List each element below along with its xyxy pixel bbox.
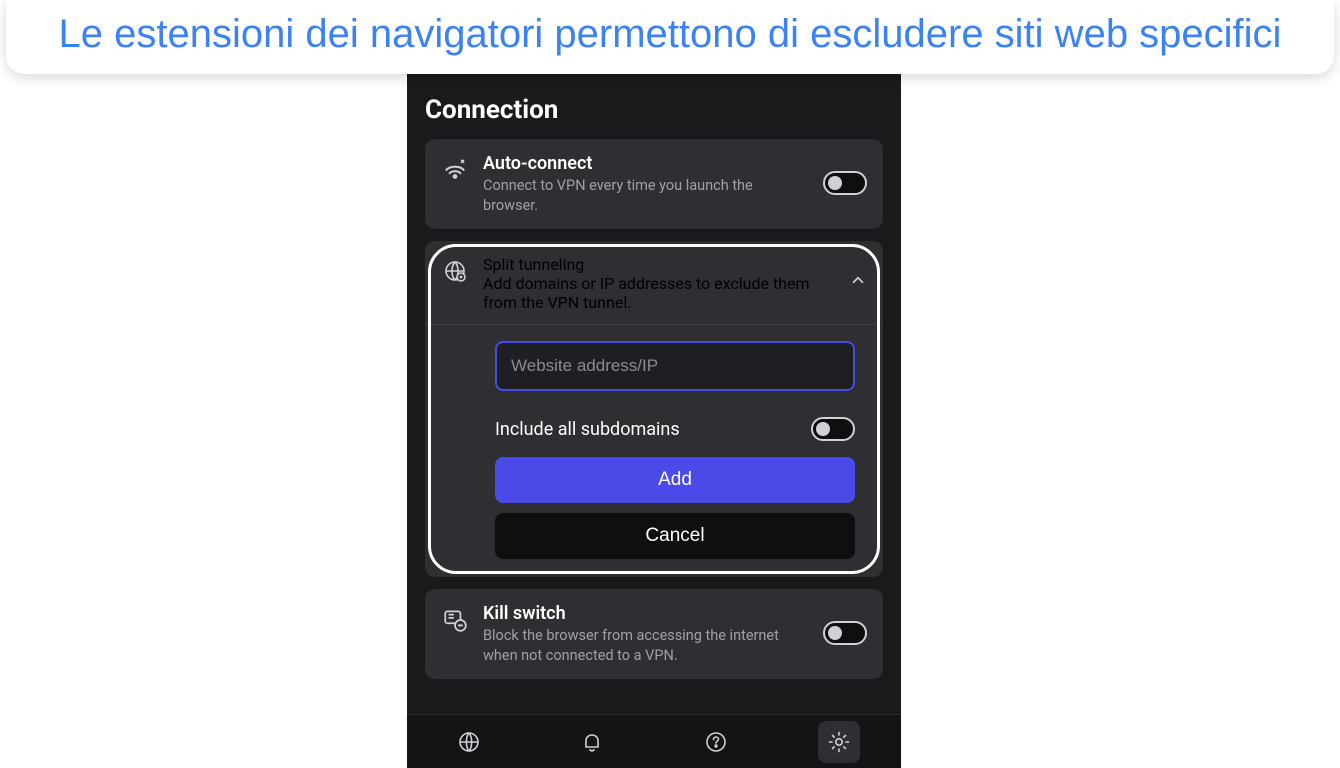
split-tunneling-header[interactable]: Split tunneling Add domains or IP addres… xyxy=(425,241,883,325)
split-tunneling-card: Split tunneling Add domains or IP addres… xyxy=(425,241,883,577)
nav-help[interactable] xyxy=(695,721,737,763)
split-tunneling-icon xyxy=(441,255,469,283)
kill-switch-card: Kill switch Block the browser from acces… xyxy=(425,589,883,679)
chevron-up-icon[interactable] xyxy=(849,271,867,289)
app-panel: Connection Auto-connect Connect to VPN e… xyxy=(407,0,901,768)
auto-connect-card: Auto-connect Connect to VPN every time y… xyxy=(425,139,883,229)
include-subdomains-row: Include all subdomains xyxy=(495,417,855,441)
caption-text: Le estensioni dei navigatori permettono … xyxy=(26,8,1314,60)
auto-connect-toggle[interactable] xyxy=(823,171,867,195)
caption-banner: Le estensioni dei navigatori permettono … xyxy=(6,0,1334,74)
include-subdomains-toggle[interactable] xyxy=(811,417,855,441)
split-tunneling-body: Include all subdomains Add Cancel xyxy=(425,325,883,559)
nav-settings[interactable] xyxy=(818,721,860,763)
auto-connect-desc: Connect to VPN every time you launch the… xyxy=(483,176,809,215)
nav-notifications[interactable] xyxy=(571,721,613,763)
wifi-icon xyxy=(441,153,469,183)
kill-switch-toggle[interactable] xyxy=(823,621,867,645)
split-tunneling-title: Split tunneling xyxy=(483,255,835,274)
auto-connect-title: Auto-connect xyxy=(483,153,809,174)
include-subdomains-label: Include all subdomains xyxy=(495,419,680,440)
bottom-nav xyxy=(407,714,901,768)
split-tunneling-desc: Add domains or IP addresses to exclude t… xyxy=(483,274,835,312)
settings-scroll[interactable]: Connection Auto-connect Connect to VPN e… xyxy=(407,0,901,714)
add-button[interactable]: Add xyxy=(495,457,855,503)
website-address-input[interactable] xyxy=(495,341,855,391)
nav-globe[interactable] xyxy=(448,721,490,763)
kill-switch-title: Kill switch xyxy=(483,603,809,624)
kill-switch-desc: Block the browser from accessing the int… xyxy=(483,626,809,665)
kill-switch-icon xyxy=(441,603,469,633)
cancel-button[interactable]: Cancel xyxy=(495,513,855,559)
